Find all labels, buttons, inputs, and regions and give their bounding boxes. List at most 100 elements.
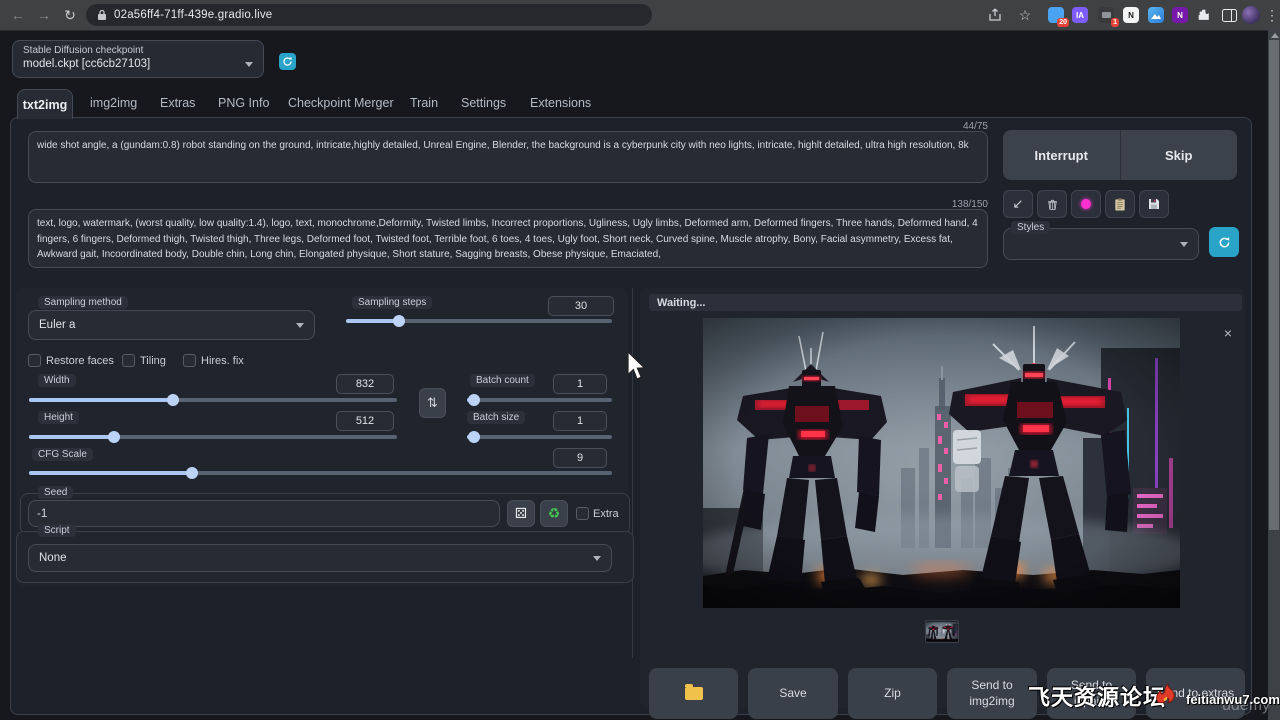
restore-faces-checkbox[interactable] <box>28 354 41 367</box>
ext-onenote-icon[interactable]: N <box>1170 5 1190 25</box>
scrollbar-up-arrow[interactable] <box>1271 33 1279 38</box>
styles-label: Styles <box>1011 221 1050 234</box>
tab-extensions[interactable]: Extensions <box>530 96 591 110</box>
address-bar[interactable]: 02a56ff4-71ff-439e.gradio.live <box>86 4 652 26</box>
hires-fix-checkbox[interactable] <box>183 354 196 367</box>
send-to-img2img-button[interactable]: Send to img2img <box>947 668 1037 719</box>
gallery-thumbnail[interactable] <box>925 620 959 643</box>
ext-notion-icon[interactable]: N <box>1121 5 1141 25</box>
ext-pin-icon[interactable]: 20 <box>1046 5 1066 25</box>
status-text: Waiting... <box>657 297 705 309</box>
back-icon[interactable]: ← <box>8 5 28 25</box>
sampling-steps-slider[interactable] <box>346 319 612 323</box>
forum-watermark: 飞天资源论坛 <box>1028 680 1166 712</box>
script-label: Script <box>38 524 76 537</box>
cfg-scale-value[interactable]: 9 <box>553 448 607 468</box>
restore-faces-label: Restore faces <box>46 355 114 367</box>
chevron-down-icon <box>296 323 304 328</box>
extra-seed-checkbox[interactable] <box>576 507 589 520</box>
sampling-steps-label: Sampling steps <box>352 296 432 309</box>
extensions-puzzle-icon[interactable] <box>1194 5 1214 25</box>
mouse-cursor <box>626 352 648 382</box>
batch-size-slider[interactable] <box>467 435 612 439</box>
negative-prompt-input[interactable]: text, logo, watermark, (worst quality, l… <box>28 209 988 268</box>
width-slider[interactable] <box>29 398 397 402</box>
bookmark-star-icon[interactable]: ☆ <box>1015 5 1035 25</box>
swap-dimensions-button[interactable]: ⇅ <box>419 388 446 418</box>
checkpoint-select[interactable]: Stable Diffusion checkpoint model.ckpt [… <box>12 40 264 78</box>
cfg-scale-label: CFG Scale <box>32 448 93 461</box>
clear-prompt-button[interactable] <box>1037 190 1067 218</box>
batch-count-label: Batch count <box>470 374 535 387</box>
sampling-method-dropdown[interactable]: Euler a <box>28 310 315 340</box>
flame-logo-icon <box>1152 682 1178 706</box>
chevron-down-icon <box>593 556 601 561</box>
close-image-button[interactable]: × <box>1220 325 1236 341</box>
reload-icon[interactable]: ↻ <box>60 5 80 25</box>
apply-style-button[interactable] <box>1105 190 1135 218</box>
pin-badge: 20 <box>1057 18 1069 27</box>
save-style-button[interactable] <box>1139 190 1169 218</box>
paste-params-button[interactable]: ↙ <box>1003 190 1033 218</box>
cfg-scale-slider[interactable] <box>29 471 612 475</box>
url-text: 02a56ff4-71ff-439e.gradio.live <box>114 9 272 21</box>
seed-label: Seed <box>38 486 73 499</box>
profile-avatar[interactable] <box>1241 5 1261 25</box>
prompt-input[interactable]: wide shot angle, a (gundam:0.8) robot st… <box>28 131 988 183</box>
extra-networks-button[interactable] <box>1071 190 1101 218</box>
open-folder-button[interactable] <box>649 668 738 719</box>
refresh-checkpoint-button[interactable] <box>279 53 296 70</box>
tab-settings[interactable]: Settings <box>461 96 506 110</box>
checkpoint-label: Stable Diffusion checkpoint <box>23 45 253 56</box>
checkpoint-value: model.ckpt [cc6cb27103] <box>23 58 150 70</box>
batch-count-value[interactable]: 1 <box>553 374 607 394</box>
palette-dot-icon <box>1081 199 1091 209</box>
zip-button[interactable]: Zip <box>848 668 937 719</box>
batch-size-label: Batch size <box>467 411 525 424</box>
column-divider <box>632 288 633 658</box>
seed-input[interactable]: -1 <box>28 500 500 527</box>
sidebar-panel-icon[interactable] <box>1219 5 1239 25</box>
ext-ia-icon[interactable]: IA <box>1070 5 1090 25</box>
height-label: Height <box>38 411 79 424</box>
hires-fix-label: Hires. fix <box>201 355 244 367</box>
scrollbar-thumb[interactable] <box>1269 40 1279 530</box>
tab-txt2img[interactable]: txt2img <box>17 89 73 119</box>
browser-menu-icon[interactable]: ⋮ <box>1262 5 1280 25</box>
ext-screenshot-icon[interactable]: 1 <box>1096 5 1116 25</box>
interrupt-button[interactable]: Interrupt <box>1003 130 1120 180</box>
tab-train[interactable]: Train <box>410 96 438 110</box>
width-label: Width <box>38 374 76 387</box>
skip-button[interactable]: Skip <box>1121 130 1238 180</box>
save-button[interactable]: Save <box>748 668 838 719</box>
screen: ← → ↻ 02a56ff4-71ff-439e.gradio.live ☆ 2… <box>0 0 1280 720</box>
script-dropdown[interactable]: None <box>28 544 612 572</box>
batch-size-value[interactable]: 1 <box>553 411 607 431</box>
sampling-steps-value[interactable]: 30 <box>548 296 614 316</box>
sampling-method-label: Sampling method <box>38 296 128 309</box>
tab-png-info[interactable]: PNG Info <box>218 96 269 110</box>
generation-controls: Interrupt Skip <box>1003 130 1237 180</box>
tiling-label: Tiling <box>140 355 166 367</box>
progress-status: Waiting... <box>649 294 1242 311</box>
reuse-seed-recycle-button[interactable]: ♻ <box>540 500 568 527</box>
ext-image-icon[interactable] <box>1146 5 1166 25</box>
height-slider[interactable] <box>29 435 397 439</box>
share-icon[interactable] <box>985 5 1005 25</box>
random-seed-dice-button[interactable]: ⚄ <box>507 500 535 527</box>
tiling-checkbox[interactable] <box>122 354 135 367</box>
chevron-down-icon <box>1180 242 1188 247</box>
width-value[interactable]: 832 <box>336 374 394 394</box>
refresh-styles-button[interactable] <box>1209 227 1239 257</box>
lock-icon <box>97 9 107 21</box>
extra-seed-label: Extra <box>593 508 619 520</box>
screenshot-badge: 1 <box>1111 18 1119 27</box>
generated-image[interactable] <box>703 318 1180 608</box>
height-value[interactable]: 512 <box>336 411 394 431</box>
tab-checkpoint-merger[interactable]: Checkpoint Merger <box>288 96 394 110</box>
folder-icon <box>685 687 703 700</box>
tab-img2img[interactable]: img2img <box>90 96 137 110</box>
tab-extras[interactable]: Extras <box>160 96 195 110</box>
batch-count-slider[interactable] <box>467 398 612 402</box>
forward-icon[interactable]: → <box>34 5 54 25</box>
